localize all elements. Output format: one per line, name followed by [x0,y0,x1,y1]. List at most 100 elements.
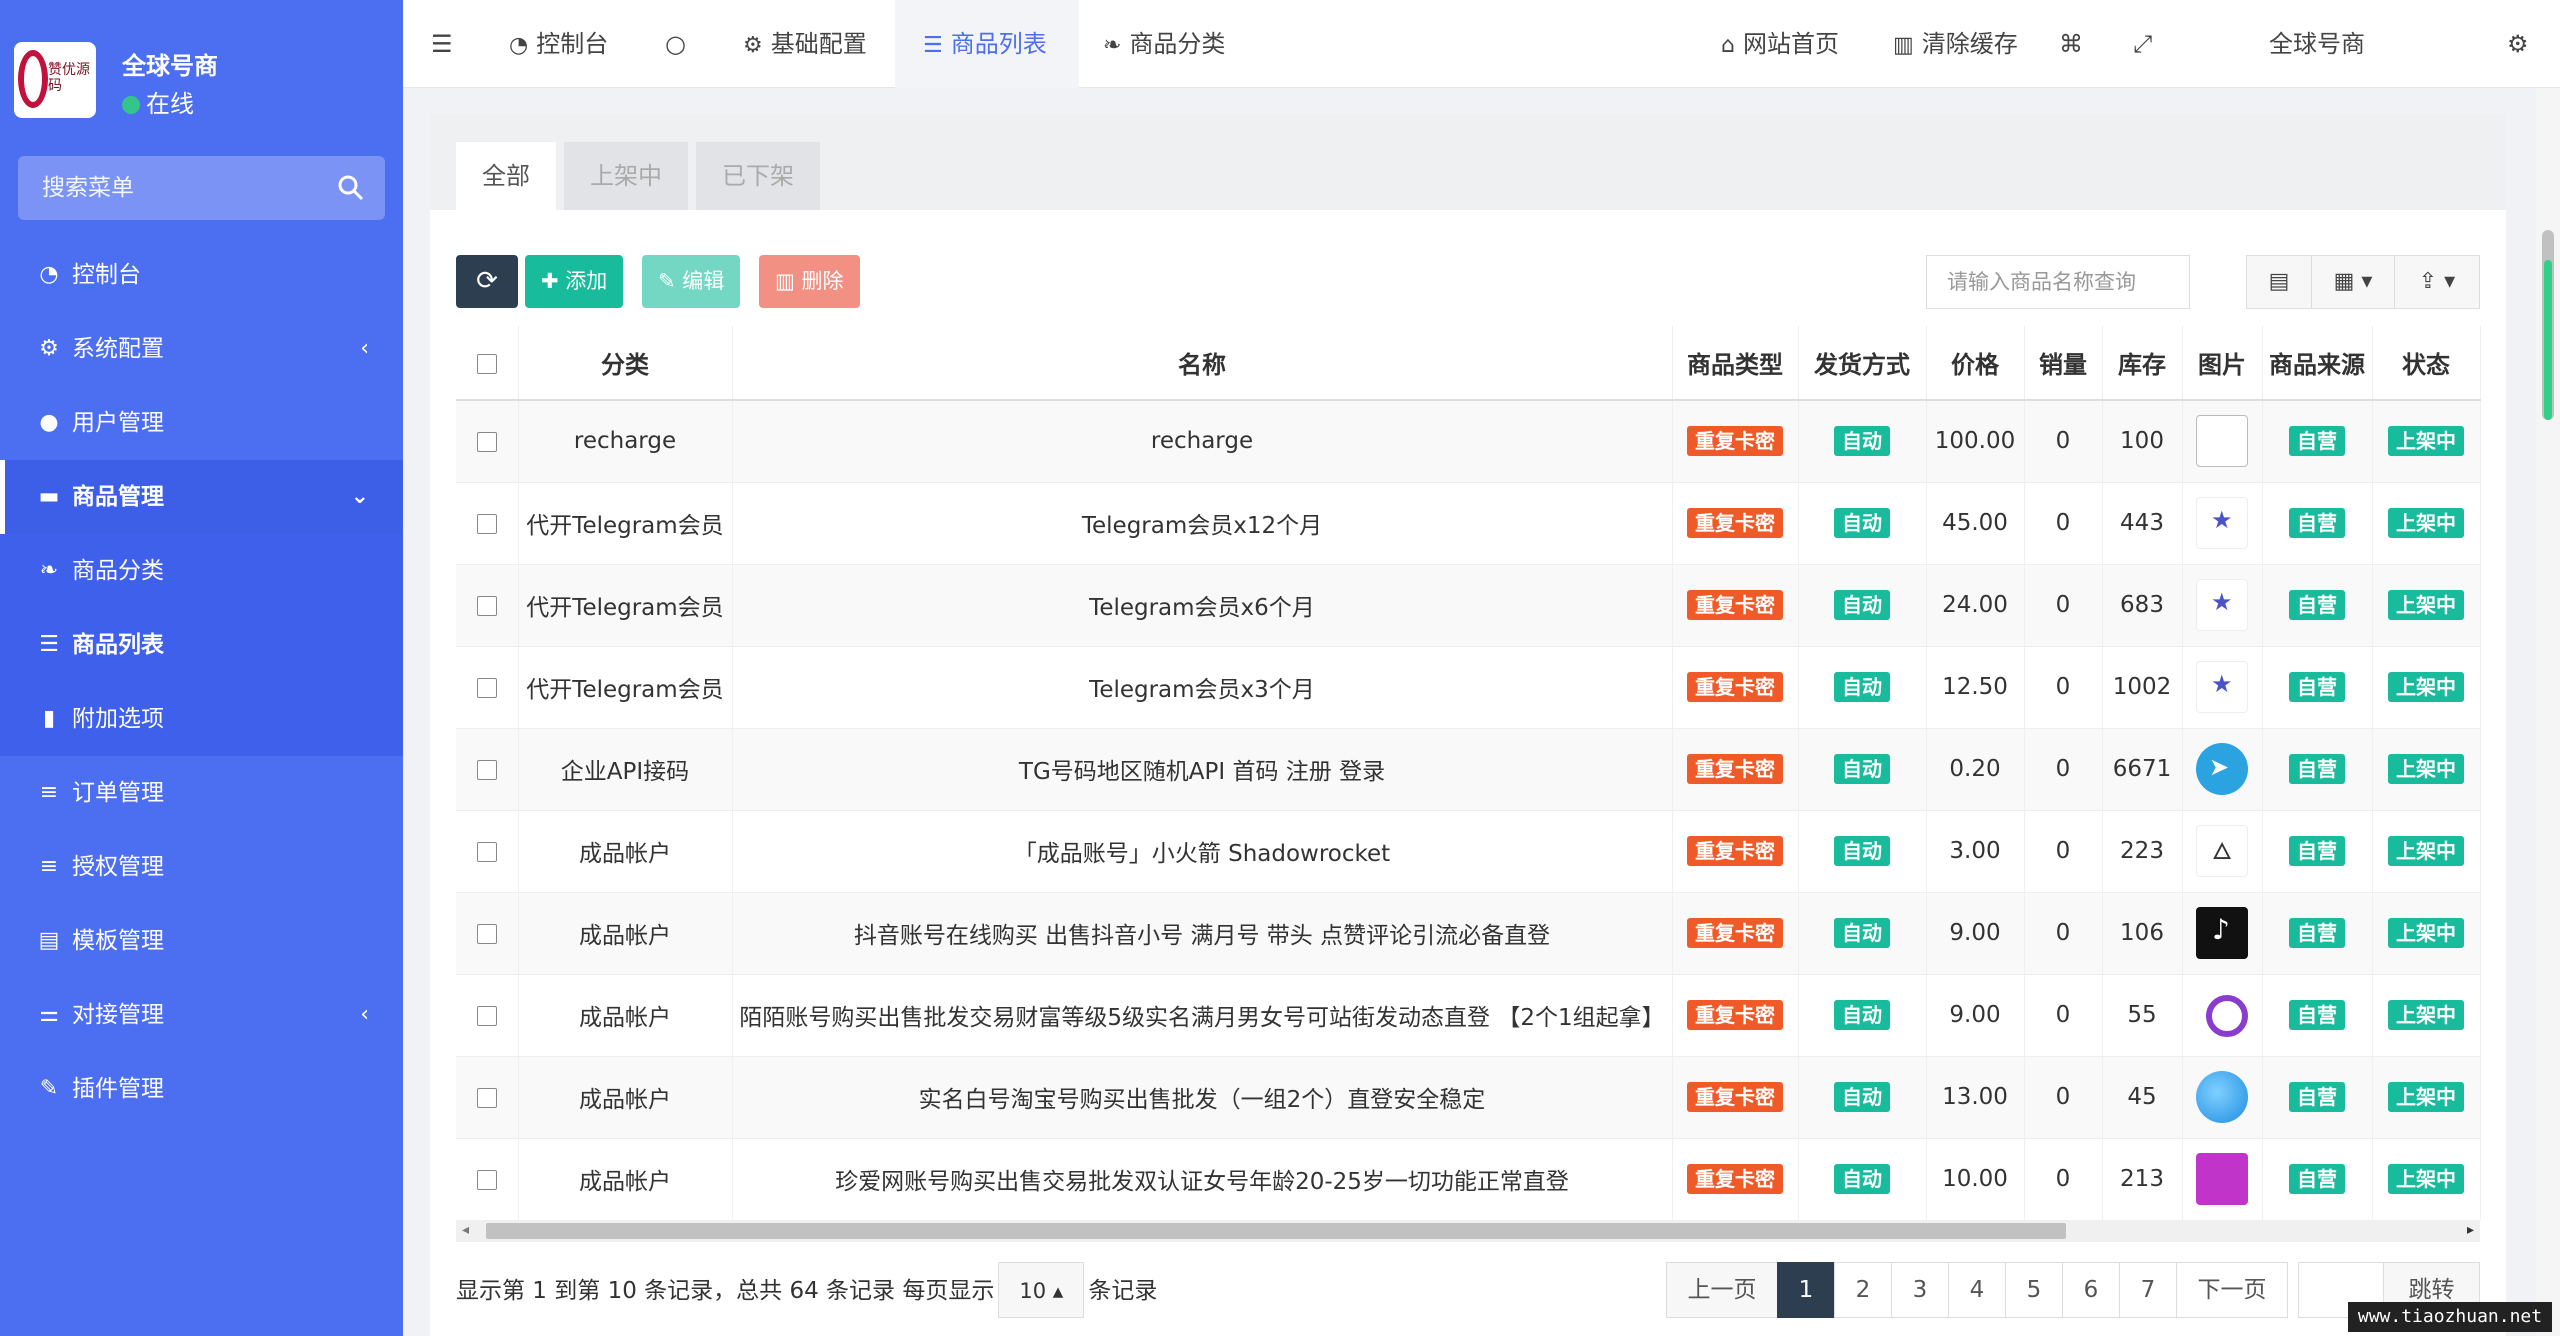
settings-icon[interactable]: ⚙ [2507,0,2529,88]
page-4-button[interactable]: 4 [1948,1262,2006,1318]
status-toggle[interactable]: 上架中 [2388,918,2464,948]
product-search-input[interactable] [1927,256,2189,308]
status-toggle[interactable]: 上架中 [2388,426,2464,457]
row-checkbox[interactable] [476,841,497,862]
product-thumbnail[interactable] [2196,1071,2248,1123]
row-checkbox[interactable] [476,759,497,780]
product-thumbnail[interactable] [2196,579,2248,631]
page-1-button[interactable]: 1 [1777,1262,1835,1318]
columns-button[interactable]: ▦ ▾ [2311,255,2395,309]
table-row[interactable]: 成品帐户 抖音账号在线购买 出售抖音小号 满月号 带头 点赞评论引流必备直登 重复卡… [456,891,2481,974]
page-3-button[interactable]: 3 [1891,1262,1949,1318]
page-6-button[interactable]: 6 [2062,1262,2120,1318]
status-toggle[interactable]: 上架中 [2388,754,2464,784]
status-toggle[interactable]: 上架中 [2388,1082,2464,1112]
product-thumbnail[interactable] [2196,497,2248,549]
delete-button[interactable]: ▥ 删除 [759,255,860,308]
tab-off-sale[interactable]: 已下架 [696,142,820,210]
product-thumbnail[interactable] [2196,907,2248,959]
tab-all[interactable]: 全部 [456,142,556,210]
refresh-button[interactable]: ⟳ [456,255,518,308]
tab-on-sale[interactable]: 上架中 [564,142,688,210]
status-toggle[interactable]: 上架中 [2388,508,2464,538]
col-sales[interactable]: 销量 [2024,326,2103,401]
add-button[interactable]: ✚ 添加 [525,255,624,308]
next-page-button[interactable]: 下一页 [2176,1262,2288,1318]
status-toggle[interactable]: 上架中 [2388,1164,2464,1195]
table-row[interactable]: 代开Telegram会员 Telegram会员x12个月 重复卡密 自动 45.00 0 4… [456,481,2481,564]
menu-search-input[interactable] [18,156,318,220]
col-name[interactable]: 名称 [732,326,1673,401]
row-checkbox[interactable] [476,513,497,534]
row-checkbox[interactable] [476,595,497,616]
tab-basic-config[interactable]: ⚙ 基础配置 [743,0,867,88]
product-thumbnail[interactable] [2196,825,2248,877]
sidebar-item-integration[interactable]: ⚌ 对接管理 ‹ [0,978,403,1052]
product-thumbnail[interactable] [2196,743,2248,795]
table-row[interactable]: 企业API接码 TG号码地区随机API 首码 注册 登录 重复卡密 自动 0.20 0 66… [456,727,2481,810]
product-thumbnail[interactable] [2196,989,2248,1041]
translate-icon[interactable]: ⌘ [2059,0,2083,88]
table-row[interactable]: 成品帐户 「成品账号」小火箭 Shadowrocket 重复卡密 自动 3.00 0 223… [456,809,2481,892]
col-stock[interactable]: 库存 [2102,326,2183,401]
sidebar-item-templates[interactable]: ▤ 模板管理 [0,904,403,978]
table-row[interactable]: recharge recharge 重复卡密 自动 100.00 0 100 自营 上架中 [456,399,2481,482]
sidebar-item-products[interactable]: ▬ 商品管理 ⌄ [0,460,403,534]
sidebar-item-license[interactable]: ≡ 授权管理 [0,830,403,904]
product-thumbnail[interactable] [2196,415,2248,468]
table-row[interactable]: 成品帐户 珍爱网账号购买出售交易批发双认证女号年龄20-25岁一切功能正常直登 重复… [456,1137,2481,1220]
fullscreen-icon[interactable]: ⤢ [2133,0,2152,88]
prev-page-button[interactable]: 上一页 [1666,1262,1778,1318]
product-thumbnail[interactable] [2196,661,2248,713]
col-type[interactable]: 商品类型 [1672,326,1799,401]
site-home-link[interactable]: ⌂ 网站首页 [1721,0,1839,88]
tab-dashboard[interactable]: ◔ 控制台 [509,0,608,88]
row-checkbox[interactable] [476,1087,497,1108]
col-delivery[interactable]: 发货方式 [1798,326,1927,401]
table-row[interactable]: 代开Telegram会员 Telegram会员x3个月 重复卡密 自动 12.50 0 10… [456,645,2481,728]
edit-button[interactable]: ✎ 编辑 [642,255,741,308]
sidebar-item-product-list[interactable]: ☰ 商品列表 [0,608,403,682]
col-category[interactable]: 分类 [518,326,733,401]
page-5-button[interactable]: 5 [2005,1262,2063,1318]
status-toggle[interactable]: 上架中 [2388,590,2464,620]
table-row[interactable]: 代开Telegram会员 Telegram会员x6个月 重复卡密 自动 24.00 0 68… [456,563,2481,646]
page-7-button[interactable]: 7 [2119,1262,2177,1318]
status-toggle[interactable]: 上架中 [2388,1000,2464,1030]
scroll-left-icon[interactable]: ◂ [462,1222,469,1238]
vertical-scrollbar[interactable] [2536,88,2560,1336]
user-menu[interactable]: 全球号商 [2269,0,2365,88]
col-source[interactable]: 商品来源 [2262,326,2373,401]
product-thumbnail[interactable] [2196,1153,2248,1206]
sidebar-item-plugins[interactable]: ✎ 插件管理 [0,1052,403,1126]
status-toggle[interactable]: 上架中 [2388,672,2464,702]
page-2-button[interactable]: 2 [1834,1262,1892,1318]
row-checkbox[interactable] [476,431,497,452]
toggle-view-button[interactable]: ▤ [2246,255,2312,309]
clear-cache-link[interactable]: ▥ 清除缓存 [1893,0,2018,88]
tab-product-list[interactable]: ☰ 商品列表 [895,0,1079,88]
sidebar-item-orders[interactable]: ≡ 订单管理 [0,756,403,830]
scrollbar-thumb[interactable] [486,1223,2066,1239]
sidebar-item-users[interactable]: ● 用户管理 [0,386,403,460]
sidebar-item-addons[interactable]: ▮ 附加选项 [0,682,403,756]
sidebar-item-dashboard[interactable]: ◔ 控制台 [0,238,403,312]
search-icon[interactable] [335,172,367,204]
export-button[interactable]: ⇪ ▾ [2394,255,2480,309]
table-row[interactable]: 成品帐户 陌陌账号购买出售批发交易财富等级5级实名满月男女号可站街发动态直登 【2… [456,973,2481,1056]
tab-product-category[interactable]: ❧ 商品分类 [1103,0,1225,88]
col-price[interactable]: 价格 [1926,326,2025,401]
col-status[interactable]: 状态 [2372,326,2481,401]
menu-toggle-icon[interactable]: ☰ [431,0,453,88]
sidebar-item-system-config[interactable]: ⚙ 系统配置 ‹ [0,312,403,386]
page-size-select[interactable]: 10 ▴ [998,1262,1085,1318]
row-checkbox[interactable] [476,923,497,944]
table-row[interactable]: 成品帐户 实名白号淘宝号购买出售批发（一组2个）直登安全稳定 重复卡密 自动 13.00… [456,1055,2481,1138]
status-toggle[interactable]: 上架中 [2388,836,2464,866]
sidebar-item-categories[interactable]: ❧ 商品分类 [0,534,403,608]
circle-icon[interactable]: ○ [665,0,686,88]
select-all-checkbox[interactable] [476,353,497,374]
row-checkbox[interactable] [476,1169,497,1190]
row-checkbox[interactable] [476,677,497,698]
row-checkbox[interactable] [476,1005,497,1026]
